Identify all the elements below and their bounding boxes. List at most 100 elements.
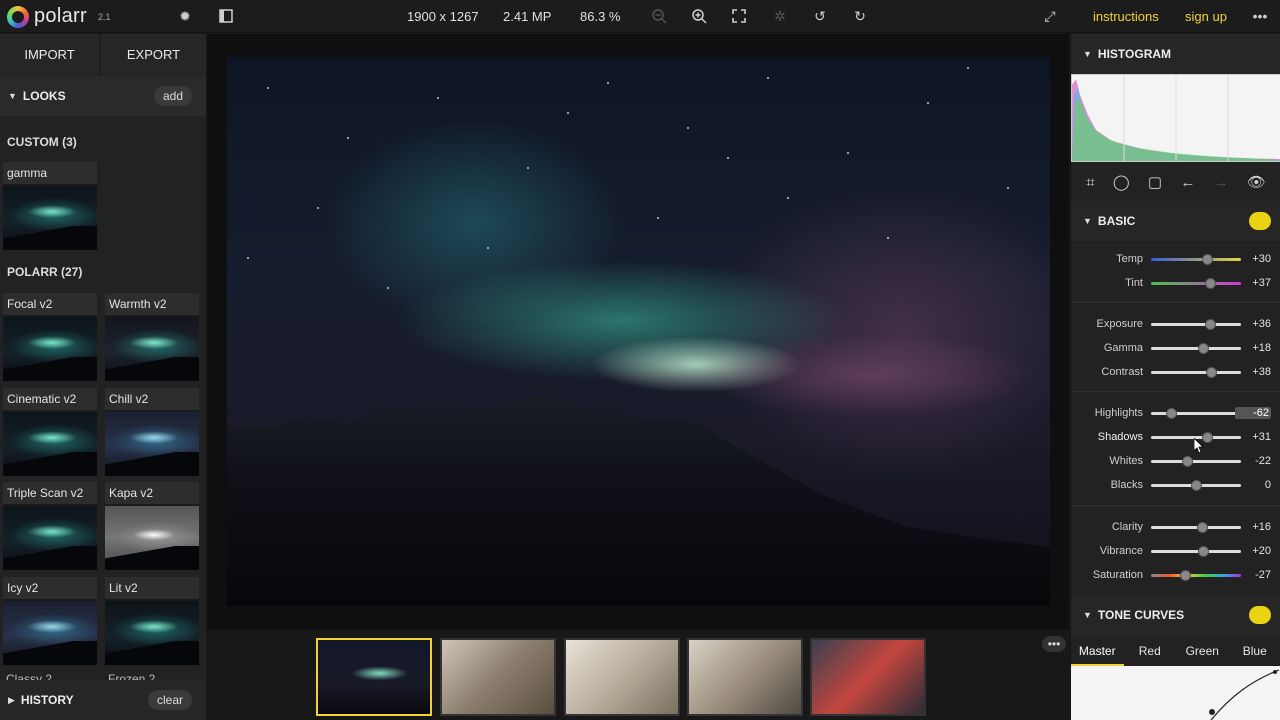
look-item[interactable]: Triple Scan v2 (3, 482, 97, 570)
export-button[interactable]: EXPORT (101, 34, 206, 75)
slider-knob[interactable] (1166, 408, 1177, 419)
import-button[interactable]: IMPORT (0, 34, 100, 75)
undo-arrow-icon[interactable]: ← (1180, 174, 1195, 191)
curve-control-point (1273, 670, 1277, 674)
slider-track[interactable] (1151, 319, 1241, 330)
slider-knob[interactable] (1196, 522, 1208, 533)
slider-knob[interactable] (1190, 480, 1202, 491)
slider-knob[interactable] (1202, 254, 1214, 265)
looks-header[interactable]: ▼ LOOKS add (0, 76, 206, 116)
gradient-mask-icon[interactable]: ▢ (1148, 173, 1162, 191)
slider-track[interactable] (1151, 546, 1241, 557)
slider-shadows[interactable]: Shadows +31 (1071, 428, 1280, 448)
undo-icon[interactable]: ↺ (810, 6, 830, 26)
clear-history-button[interactable]: clear (147, 690, 192, 710)
actual-size-icon[interactable]: ✲ (770, 6, 790, 26)
filmstrip-more-button[interactable]: ••• (1042, 636, 1066, 652)
slider-track[interactable] (1151, 343, 1241, 354)
filmstrip-thumbnail[interactable] (810, 638, 926, 716)
tab-blue[interactable]: Blue (1229, 636, 1280, 666)
slider-knob[interactable] (1181, 456, 1193, 467)
slider-contrast[interactable]: Contrast +38 (1071, 363, 1280, 383)
look-item[interactable]: Warmth v2 (105, 293, 199, 381)
slider-track[interactable] (1151, 570, 1241, 581)
look-thumbnail (105, 317, 199, 381)
slider-value[interactable]: -62 (1235, 407, 1271, 419)
filmstrip-thumbnail[interactable] (316, 638, 432, 716)
basic-toggle[interactable] (1249, 212, 1271, 230)
more-icon[interactable]: ••• (1250, 6, 1270, 26)
zoom-in-icon[interactable] (689, 6, 709, 26)
look-item[interactable]: Icy v2 (3, 577, 97, 665)
look-item[interactable]: gamma (3, 162, 97, 250)
panel-toggle-icon[interactable] (216, 6, 236, 26)
slider-value: +37 (1252, 277, 1271, 289)
main-photo[interactable] (227, 57, 1050, 606)
adjustments-panel: ▼ HISTOGRAM ⌗ ◯ ▢ ← → 👁 ▼ BASIC Temp +30… (1070, 34, 1280, 720)
slider-knob[interactable] (1198, 546, 1210, 557)
slider-label: Tint (1125, 277, 1143, 289)
tab-master[interactable]: Master (1071, 636, 1124, 666)
look-label: Focal v2 (3, 293, 97, 315)
slider-exposure[interactable]: Exposure +36 (1071, 315, 1280, 335)
slider-track[interactable] (1151, 480, 1241, 491)
slider-tint[interactable]: Tint +37 (1071, 274, 1280, 294)
tab-red[interactable]: Red (1124, 636, 1177, 666)
settings-icon[interactable]: ✹ (175, 6, 195, 26)
slider-label: Temp (1116, 253, 1143, 265)
look-item[interactable]: Lit v2 (105, 577, 199, 665)
slider-whites[interactable]: Whites -22 (1071, 452, 1280, 472)
filmstrip-thumbnail[interactable] (440, 638, 556, 716)
slider-knob[interactable] (1180, 570, 1192, 581)
slider-track[interactable] (1151, 278, 1241, 289)
slider-knob[interactable] (1204, 278, 1216, 289)
slider-temp[interactable]: Temp +30 (1071, 250, 1280, 270)
preview-eye-icon[interactable]: 👁 (1247, 173, 1266, 191)
fit-screen-icon[interactable] (729, 6, 749, 26)
slider-value: +20 (1252, 545, 1271, 557)
curve-control-point (1209, 709, 1215, 715)
add-look-button[interactable]: add (153, 86, 192, 106)
slider-value: +38 (1252, 366, 1271, 378)
slider-blacks[interactable]: Blacks 0 (1071, 476, 1280, 496)
crop-icon[interactable]: ⌗ (1086, 174, 1094, 191)
radial-mask-icon[interactable]: ◯ (1113, 173, 1130, 191)
slider-clarity[interactable]: Clarity +16 (1071, 518, 1280, 538)
zoom-out-icon[interactable] (649, 6, 669, 26)
slider-knob[interactable] (1204, 319, 1216, 330)
slider-track[interactable] (1151, 456, 1241, 467)
signup-link[interactable]: sign up (1185, 9, 1227, 24)
slider-knob[interactable] (1205, 367, 1217, 378)
expand-triangle-icon: ▶ (8, 694, 15, 705)
mountain-silhouette (227, 393, 1050, 606)
slider-gamma[interactable]: Gamma +18 (1071, 339, 1280, 359)
history-header[interactable]: ▶ HISTORY clear (0, 680, 206, 720)
look-item[interactable]: Cinematic v2 (3, 388, 97, 476)
slider-vibrance[interactable]: Vibrance +20 (1071, 542, 1280, 562)
slider-track[interactable] (1151, 408, 1241, 419)
tab-green[interactable]: Green (1176, 636, 1229, 666)
tone-curve-graph[interactable] (1071, 666, 1280, 720)
slider-track[interactable] (1151, 522, 1241, 533)
look-item[interactable]: Focal v2 (3, 293, 97, 381)
look-item[interactable]: Kapa v2 (105, 482, 199, 570)
filmstrip-thumbnail[interactable] (564, 638, 680, 716)
collapse-triangle-icon: ▼ (1083, 216, 1092, 226)
slider-saturation[interactable]: Saturation -27 (1071, 566, 1280, 586)
slider-highlights[interactable]: Highlights -62 (1071, 404, 1280, 424)
look-item[interactable]: Chill v2 (105, 388, 199, 476)
instructions-link[interactable]: instructions (1093, 9, 1159, 24)
tone-curves-toggle[interactable] (1249, 606, 1271, 624)
slider-knob[interactable] (1197, 343, 1209, 354)
redo-arrow-icon[interactable]: → (1214, 174, 1229, 191)
fullscreen-icon[interactable]: ⤢ (1040, 6, 1060, 26)
zoom-level: 86.3 % (580, 9, 621, 24)
basic-header[interactable]: ▼ BASIC (1071, 201, 1280, 241)
tone-curves-header[interactable]: ▼ TONE CURVES (1071, 595, 1280, 635)
histogram-header[interactable]: ▼ HISTOGRAM (1071, 34, 1280, 74)
filmstrip-thumbnail[interactable] (687, 638, 803, 716)
slider-track[interactable] (1151, 254, 1241, 265)
redo-icon[interactable]: ↻ (850, 6, 870, 26)
slider-value: +31 (1252, 431, 1271, 443)
slider-track[interactable] (1151, 367, 1241, 378)
